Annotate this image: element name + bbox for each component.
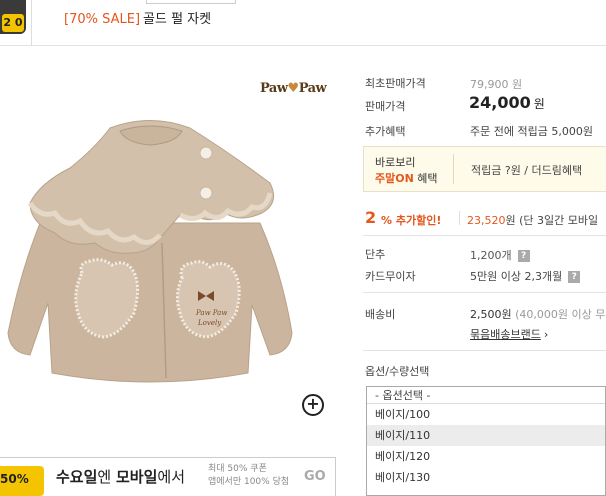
original-price-value: 79,900 원	[470, 78, 523, 91]
option-item[interactable]: 베이지/120	[367, 446, 605, 467]
option-item-selected[interactable]: 베이지/110	[367, 425, 605, 446]
zoom-in-icon[interactable]: +	[302, 394, 324, 416]
banner-subtext: 최대 50% 쿠폰 앱에서만 100% 당첨	[208, 464, 290, 487]
count-badge-value: 2 0	[2, 14, 24, 32]
shipping-label: 배송비	[365, 308, 396, 321]
card-label: 카드무이자	[365, 270, 416, 283]
option-item[interactable]: 베이지/130	[367, 467, 605, 488]
discount-percent: 2	[365, 208, 377, 227]
benefit-box-title: 바로보리	[375, 156, 416, 169]
option-listbox[interactable]: - 옵션선택 - 베이지/100 베이지/110 베이지/120 베이지/130	[366, 386, 606, 496]
section-divider	[363, 235, 606, 236]
sale-price: 24,000 원	[469, 93, 545, 112]
top-divider	[31, 0, 32, 46]
top-input-edge	[146, 0, 236, 4]
svg-text:Lovely: Lovely	[197, 319, 222, 327]
option-section-title: 옵션/수량선택	[365, 365, 430, 378]
product-name: 골드 펄 자켓	[143, 12, 212, 27]
benefit-box-detail: 적립금 ?원 / 더드림혜택	[471, 164, 583, 177]
extra-benefit-value: 주문 전에 적립금 5,000원	[470, 125, 593, 138]
discount-detail: 23,520원 (단 3일간 모바일	[467, 214, 599, 227]
help-icon[interactable]: ?	[568, 271, 581, 283]
discount-label: % 추가할인!	[381, 214, 442, 227]
banner-go-button[interactable]: GO	[304, 469, 326, 484]
benefit-divider	[453, 154, 454, 184]
sale-tag: [70% SALE]	[64, 12, 141, 27]
extra-benefit-label: 추가혜택	[365, 125, 406, 138]
product-image[interactable]: Paw Paw Lovely	[0, 73, 336, 449]
brand-logo: Paw♥Paw	[260, 81, 327, 96]
svg-text:Paw Paw: Paw Paw	[195, 309, 227, 317]
paw-heart-icon: ♥	[287, 81, 300, 96]
original-price-label: 최초판매가격	[365, 77, 426, 90]
help-icon[interactable]: ?	[517, 250, 530, 262]
option-item[interactable]: - 옵션선택 -	[367, 387, 605, 404]
jacket-illustration: Paw Paw Lovely	[7, 120, 293, 383]
product-title: [70% SALE] 골드 펄 자켓	[64, 8, 211, 27]
banner-badge-text: 50%	[0, 472, 29, 486]
shipping-value: 2,500원 (40,000원 이상 무	[470, 308, 606, 321]
card-value-row: 5만원 이상 2,3개월?	[470, 268, 581, 284]
option-item[interactable]: 베이지/100	[367, 404, 605, 425]
sale-price-label: 판매가격	[365, 100, 406, 113]
section-divider	[363, 350, 606, 351]
unit-label: 단추	[365, 248, 386, 261]
chevron-right-icon: ›	[543, 328, 549, 341]
unit-value-row: 1,200개?	[470, 247, 530, 263]
discount-divider	[459, 211, 460, 225]
benefit-box-subtitle: 주말ON 혜택	[375, 172, 438, 185]
banner-headline: 수요일엔 모바일에서	[56, 468, 185, 486]
section-divider	[363, 292, 606, 293]
bundle-shipping-link[interactable]: 묶음배송브랜드 ›	[470, 326, 548, 342]
